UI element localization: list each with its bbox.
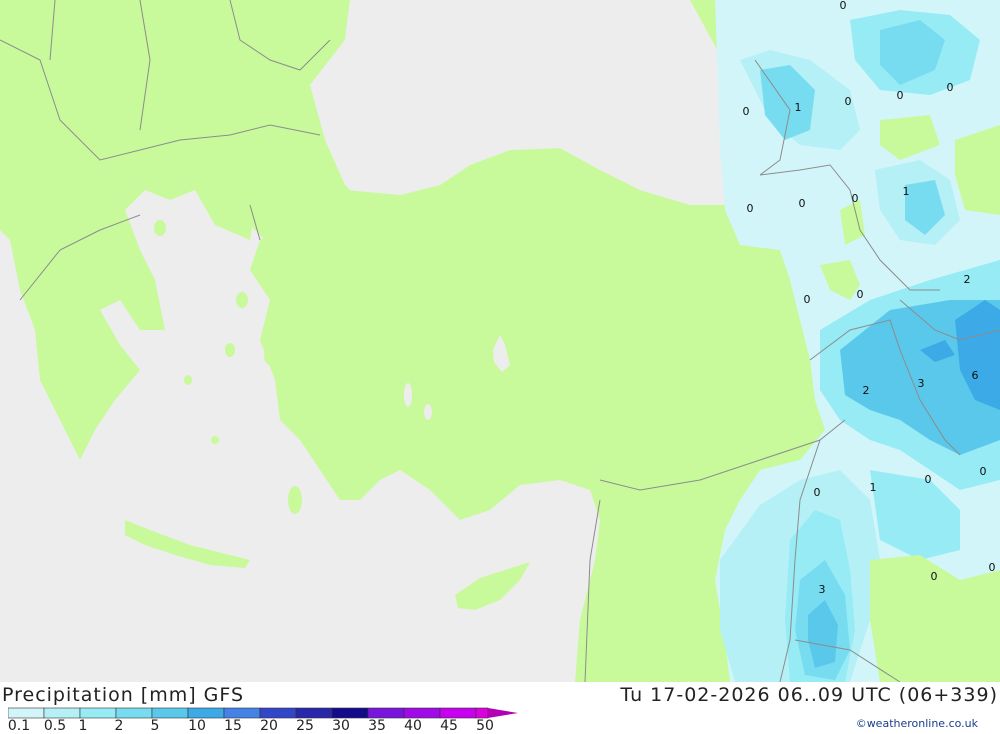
value-label: 0 xyxy=(799,197,806,210)
legend-swatch xyxy=(223,707,261,719)
beysehir-lake xyxy=(404,383,412,407)
value-label: 0 xyxy=(857,288,864,301)
value-label: 1 xyxy=(870,481,877,494)
legend-swatch xyxy=(403,707,441,719)
value-label: 1 xyxy=(903,185,910,198)
legend-label: 5 xyxy=(150,718,160,734)
value-label: 0 xyxy=(747,202,754,215)
legend-swatch xyxy=(295,707,333,719)
value-label: 3 xyxy=(918,377,925,390)
chart-title: Precipitation [mm] GFS xyxy=(2,684,245,706)
legend-label: 40 xyxy=(404,718,422,734)
legend-swatch xyxy=(43,707,81,719)
legend-label: 10 xyxy=(188,718,206,734)
legend-swatch xyxy=(151,707,189,719)
legend-arrow xyxy=(488,708,518,718)
legend-swatch xyxy=(8,707,45,719)
value-label: 0 xyxy=(814,486,821,499)
value-label: 2 xyxy=(964,273,971,286)
legend-label: 20 xyxy=(260,718,278,734)
legend-swatch xyxy=(367,707,405,719)
egirdir-lake xyxy=(424,404,432,420)
legend-label: 1 xyxy=(78,718,88,734)
legend-label: 30 xyxy=(332,718,350,734)
valid-time: Tu 17-02-2026 06..09 UTC (06+339) xyxy=(620,684,998,706)
value-label: 6 xyxy=(972,369,979,382)
value-label: 0 xyxy=(852,192,859,205)
value-label: 0 xyxy=(980,465,987,478)
legend-label: 50 xyxy=(476,718,494,734)
legend-label: 15 xyxy=(224,718,242,734)
precipitation-map[interactable]: 0 1 0 0 0 0 0 0 1 2 0 0 2 3 6 0 1 0 0 0 … xyxy=(0,0,1000,683)
value-label: 0 xyxy=(743,105,750,118)
legend-swatch xyxy=(115,707,153,719)
legend-label: 35 xyxy=(368,718,386,734)
map-canvas: 0 1 0 0 0 0 0 0 1 2 0 0 2 3 6 0 1 0 0 0 … xyxy=(0,0,1000,683)
legend-panel: Precipitation [mm] GFS Tu 17-02-2026 06.… xyxy=(0,682,1000,734)
legend-swatch xyxy=(259,707,297,719)
legend-swatch xyxy=(439,707,477,719)
value-label: 0 xyxy=(804,293,811,306)
legend-label: 45 xyxy=(440,718,458,734)
value-label: 2 xyxy=(863,384,870,397)
value-label: 0 xyxy=(925,473,932,486)
value-label: 0 xyxy=(989,561,996,574)
value-label: 0 xyxy=(897,89,904,102)
value-label: 0 xyxy=(845,95,852,108)
value-label: 0 xyxy=(947,81,954,94)
credit-link[interactable]: ©weatheronline.co.uk xyxy=(856,717,978,730)
legend-label: 25 xyxy=(296,718,314,734)
legend-label: 2 xyxy=(114,718,124,734)
legend-swatch xyxy=(475,707,489,719)
legend-swatch xyxy=(331,707,369,719)
legend-label: 0.1 xyxy=(7,718,31,734)
value-label: 3 xyxy=(819,583,826,596)
legend-label: 0.5 xyxy=(43,718,67,734)
value-label: 0 xyxy=(840,0,847,12)
legend-swatch xyxy=(79,707,117,719)
value-label: 0 xyxy=(931,570,938,583)
value-label: 1 xyxy=(795,101,802,114)
legend-swatch xyxy=(187,707,225,719)
